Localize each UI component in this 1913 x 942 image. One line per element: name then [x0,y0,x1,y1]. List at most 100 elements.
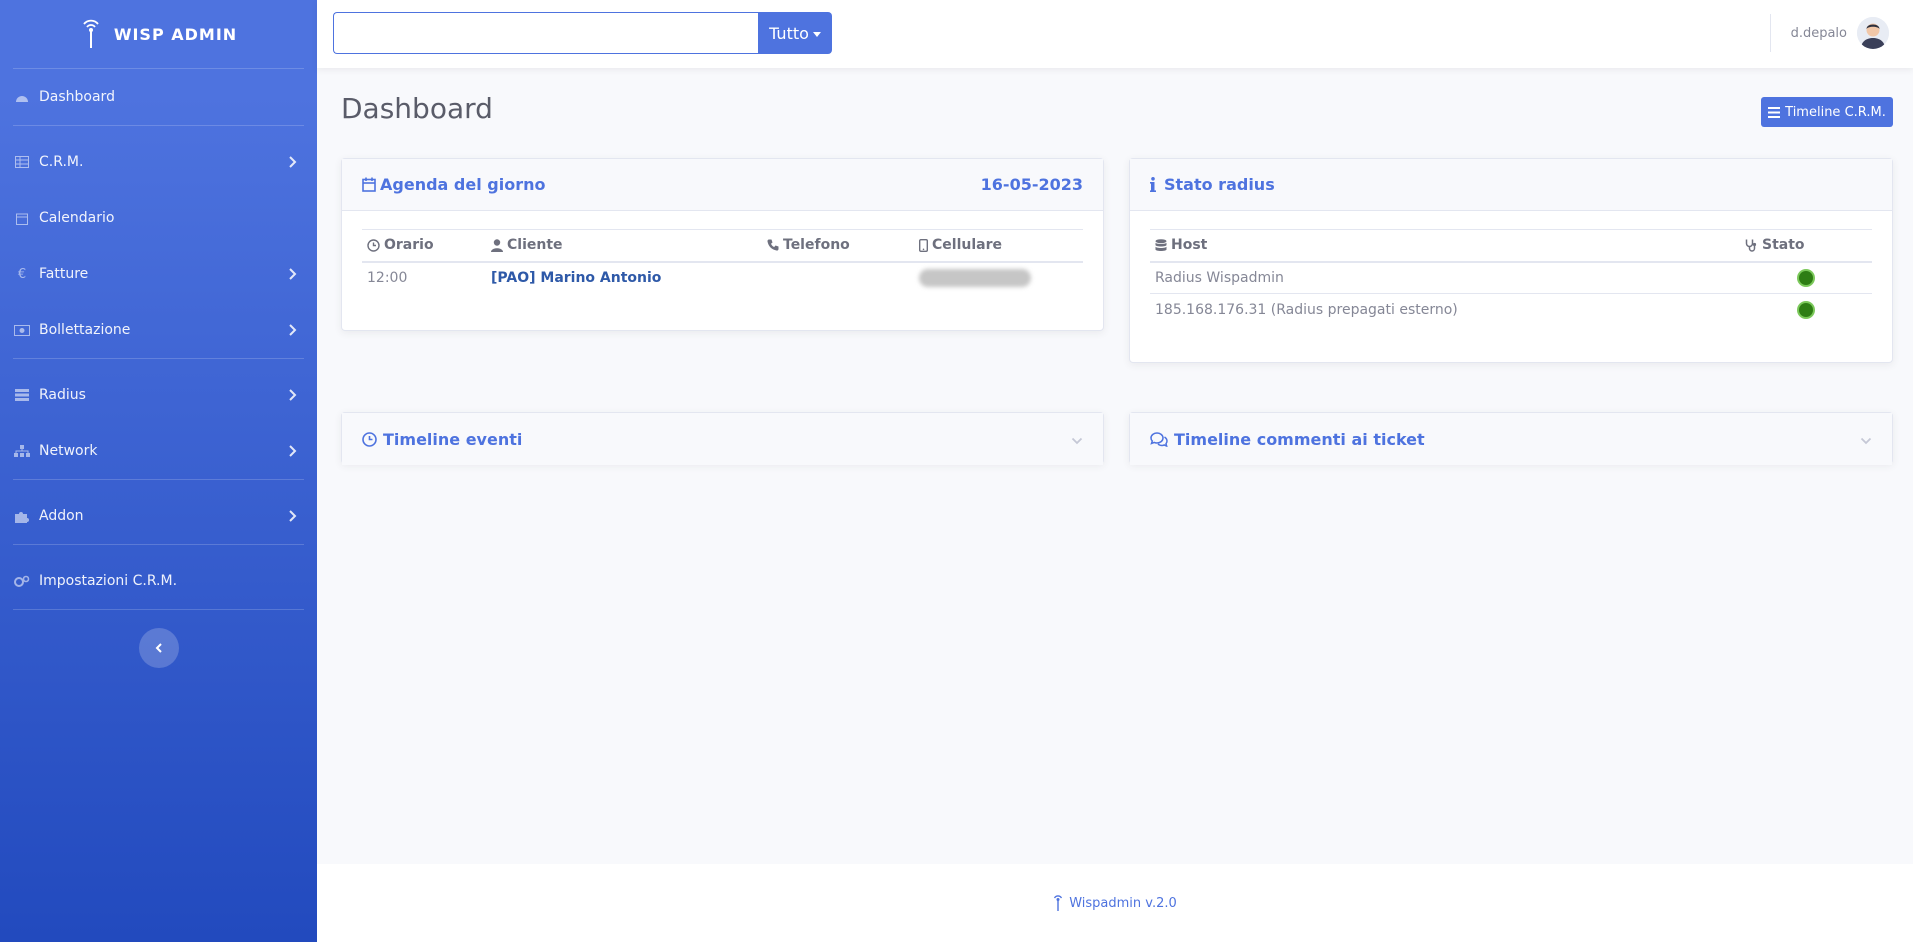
comments-icon [1150,431,1168,447]
sidebar-item-label: Bollettazione [39,322,131,338]
agenda-cellulare [914,262,1083,294]
page-title: Dashboard [341,92,493,125]
agenda-date: 16-05-2023 [980,175,1083,194]
chevron-right-icon [289,445,297,457]
chevron-down-icon [1071,430,1083,449]
username: d.depalo [1790,25,1847,41]
radius-title: Stato radius [1164,175,1275,194]
sidebar-item-crm[interactable]: C.R.M. [0,134,317,190]
brand[interactable]: WISP ADMIN [0,0,317,68]
agenda-cliente-cell: [PAO] Marino Antonio [486,262,762,294]
radius-table: Host Stato Radius Wispadmin 185.168.176.… [1150,229,1872,326]
brand-name: WISP ADMIN [113,24,238,44]
agenda-col-cellulare: Cellulare [914,229,1083,263]
agenda-col-telefono: Telefono [762,229,914,263]
chevron-right-icon [289,510,297,522]
sidebar-item-addon[interactable]: Addon [0,488,317,544]
timeline-eventi-title: Timeline eventi [383,429,523,449]
database-icon [1155,238,1167,251]
sidebar-item-label: Addon [39,508,84,524]
radius-host: Radius Wispadmin [1150,261,1740,294]
radius-card: Stato radius Host Stato Radius Wispadmin [1129,158,1893,363]
table-row: Radius Wispadmin [1150,261,1872,294]
sidebar-item-calendario[interactable]: Calendario [0,190,317,246]
calendar-icon [13,211,31,225]
sidebar-item-label: Fatture [39,266,89,282]
sidebar-divider [13,358,304,359]
info-icon [1150,177,1156,192]
clock-icon [362,431,377,447]
search-input[interactable] [333,12,760,54]
stethoscope-icon [1745,239,1757,252]
sidebar-toggle-button[interactable] [138,628,179,668]
cliente-link[interactable]: [PAO] Marino Antonio [491,270,661,286]
topbar: Tutto d.depalo [317,0,1913,68]
search-scope-dropdown[interactable]: Tutto [758,12,832,54]
chevron-right-icon [289,324,297,336]
radius-stato-cell [1740,261,1872,294]
chevron-right-icon [289,156,297,168]
sidebar-item-label: Dashboard [39,89,115,105]
radius-col-host: Host [1150,229,1740,263]
antenna-icon [83,19,99,48]
chevron-down-icon [1860,430,1872,449]
radius-card-header: Stato radius [1130,159,1892,211]
redacted-cellulare [919,269,1031,287]
phone-icon [767,239,779,251]
footer-version-link[interactable]: Wispadmin v.2.0 [1069,896,1177,911]
sidebar-item-bollettazione[interactable]: Bollettazione [0,302,317,358]
euro-icon: € [17,266,27,282]
timeline-ticket-card[interactable]: Timeline commenti ai ticket [1129,412,1893,465]
sidebar-item-label: Calendario [39,210,115,226]
user-icon [491,239,503,252]
agenda-orario: 12:00 [367,270,408,286]
sidebar-item-label: Radius [39,387,86,403]
sidebar-toggle-wrap [0,610,317,668]
sidebar-divider [13,125,304,126]
cogs-icon [13,574,31,588]
puzzle-icon [13,509,31,523]
status-indicator [1799,270,1813,285]
agenda-table: Orario Cliente Telefono Cellulare 12:00 … [362,229,1083,294]
chevron-right-icon [289,389,297,401]
sidebar-item-label: Impostazioni C.R.M. [39,573,178,589]
footer: Wispadmin v.2.0 [317,864,1913,942]
timeline-crm-button[interactable]: Timeline C.R.M. [1761,97,1893,127]
search-scope-label: Tutto [769,23,809,43]
agenda-col-orario: Orario [362,229,486,263]
agenda-card: Agenda del giorno 16-05-2023 Orario Clie… [341,158,1104,331]
timeline-crm-label: Timeline C.R.M. [1785,104,1886,120]
chevron-right-icon [289,268,297,280]
sidebar-divider [13,479,304,480]
sidebar-item-label: C.R.M. [39,154,84,170]
money-bill-icon [13,323,31,337]
caret-down-icon [812,31,821,37]
sidebar-item-fatture[interactable]: € Fatture [0,246,317,302]
sidebar-item-impostazioni[interactable]: Impostazioni C.R.M. [0,553,317,609]
agenda-table-wrap: Orario Cliente Telefono Cellulare 12:00 … [342,211,1103,294]
mobile-icon [919,238,928,252]
radius-col-stato: Stato [1740,229,1872,263]
sidebar-item-network[interactable]: Network [0,423,317,479]
timeline-ticket-header[interactable]: Timeline commenti ai ticket [1130,413,1892,465]
agenda-title: Agenda del giorno [380,175,546,194]
sidebar-divider [13,544,304,545]
topbar-divider [1770,14,1771,52]
clock-icon [367,239,380,252]
radius-table-wrap: Host Stato Radius Wispadmin 185.168.176.… [1130,211,1892,326]
timeline-eventi-header[interactable]: Timeline eventi [342,413,1103,465]
sidebar: WISP ADMIN Dashboard C.R.M. Calendario €… [0,0,317,942]
radius-host: 185.168.176.31 (Radius prepagati esterno… [1155,301,1458,318]
agenda-col-cliente: Cliente [486,229,762,263]
antenna-icon [1054,895,1063,911]
chevron-left-icon [155,643,162,653]
agenda-card-header: Agenda del giorno 16-05-2023 [342,159,1103,211]
sidebar-item-label: Network [39,443,98,459]
sidebar-item-dashboard[interactable]: Dashboard [0,69,317,125]
table-icon [13,155,31,169]
sitemap-icon [13,444,31,458]
bars-icon [1768,106,1781,118]
timeline-eventi-card[interactable]: Timeline eventi [341,412,1104,465]
user-menu[interactable]: d.depalo [1791,17,1889,49]
sidebar-item-radius[interactable]: Radius [0,367,317,423]
